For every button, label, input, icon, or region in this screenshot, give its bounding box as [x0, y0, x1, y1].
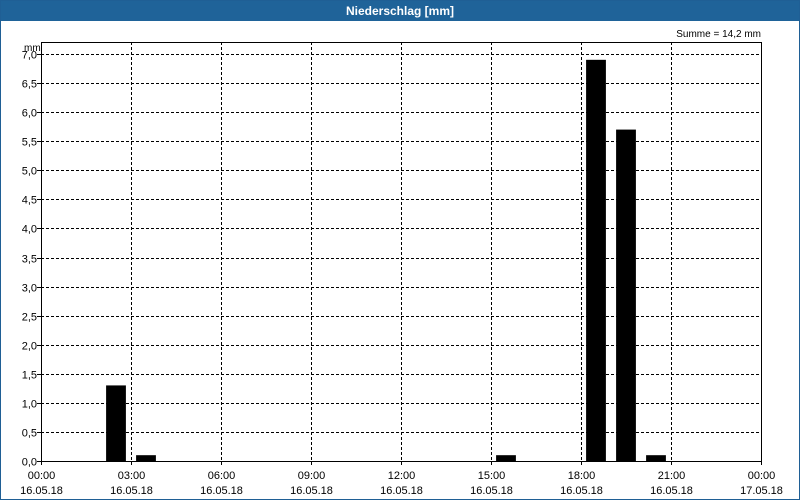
x-tick-time: 03:00 [118, 470, 146, 482]
y-tick-label: 2,5 [22, 312, 37, 324]
bar [586, 59, 606, 462]
bar [106, 385, 126, 461]
x-axis-ticks: 00:00 16.05.18 03:00 16.05.18 06:00 16.05.18 0… [20, 470, 783, 497]
x-tick-time: 15:00 [478, 470, 506, 482]
x-tick-date: 16.05.18 [650, 485, 693, 497]
y-tick-label: 5,5 [22, 137, 37, 149]
y-tick-label: 0,0 [22, 457, 37, 469]
x-tick-date: 16.05.18 [20, 485, 63, 497]
y-axis-ticks: 0,0 0,5 1,0 1,5 2,0 2,5 3,0 3,5 4,0 4,5 5,0 5,5 6,0 6… [22, 50, 37, 469]
sum-annotation: Summe = 14,2 mm [676, 29, 761, 40]
x-tick-time: 06:00 [208, 470, 236, 482]
x-tick-date: 16.05.18 [200, 485, 243, 497]
y-tick-label: 5,0 [22, 166, 37, 178]
y-tick-label: 6,5 [22, 79, 37, 91]
y-tick-label: 0,5 [22, 428, 37, 440]
precipitation-chart: 0,0 0,5 1,0 1,5 2,0 2,5 3,0 3,5 4,0 4,5 5,0 5,5 6,0 6… [20, 29, 783, 497]
x-tick-date: 17.05.18 [740, 485, 783, 497]
x-tick-time: 00:00 [748, 470, 776, 482]
x-tick-date: 16.05.18 [290, 485, 333, 497]
y-tick-label: 4,5 [22, 195, 37, 207]
bar [616, 129, 636, 462]
y-tick-label: 1,0 [22, 399, 37, 411]
y-tick-label: 2,0 [22, 341, 37, 353]
bar [496, 455, 516, 461]
y-unit-label: mm [24, 43, 41, 54]
bar [646, 455, 666, 461]
x-tick-time: 21:00 [658, 470, 686, 482]
x-tick-date: 16.05.18 [380, 485, 423, 497]
x-tick-time: 12:00 [388, 470, 416, 482]
x-tick-time: 09:00 [298, 470, 326, 482]
y-tick-label: 3,0 [22, 283, 37, 295]
grid-lines [37, 42, 762, 465]
x-tick-time: 18:00 [568, 470, 596, 482]
y-tick-label: 3,5 [22, 254, 37, 266]
x-tick-date: 16.05.18 [560, 485, 603, 497]
x-tick-time: 00:00 [28, 470, 56, 482]
y-tick-label: 4,0 [22, 224, 37, 236]
y-tick-label: 1,5 [22, 370, 37, 382]
x-tick-date: 16.05.18 [470, 485, 513, 497]
bar [136, 455, 156, 461]
x-tick-date: 16.05.18 [110, 485, 153, 497]
y-tick-label: 6,0 [22, 108, 37, 120]
